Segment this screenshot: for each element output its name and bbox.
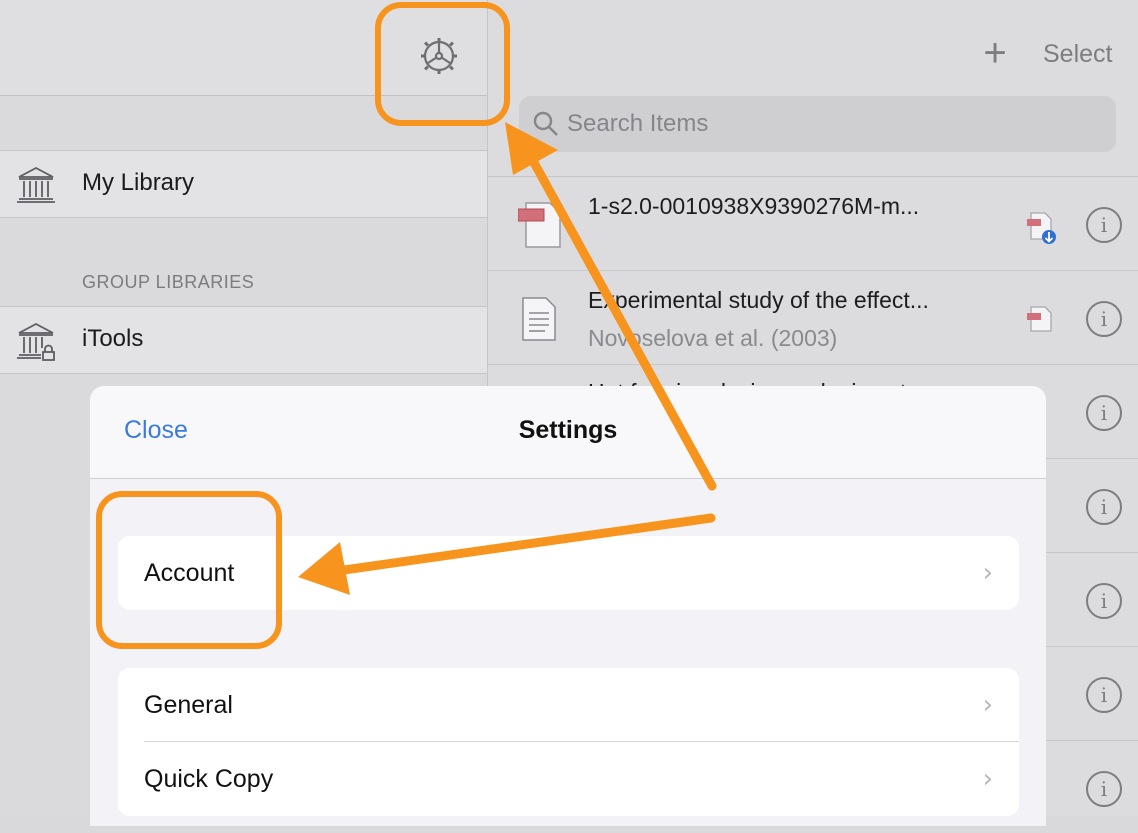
arrow-to-gear [521,143,717,491]
annotation-arrows [298,122,717,595]
arrowhead-account [298,542,350,595]
arrow-to-account [339,513,716,575]
